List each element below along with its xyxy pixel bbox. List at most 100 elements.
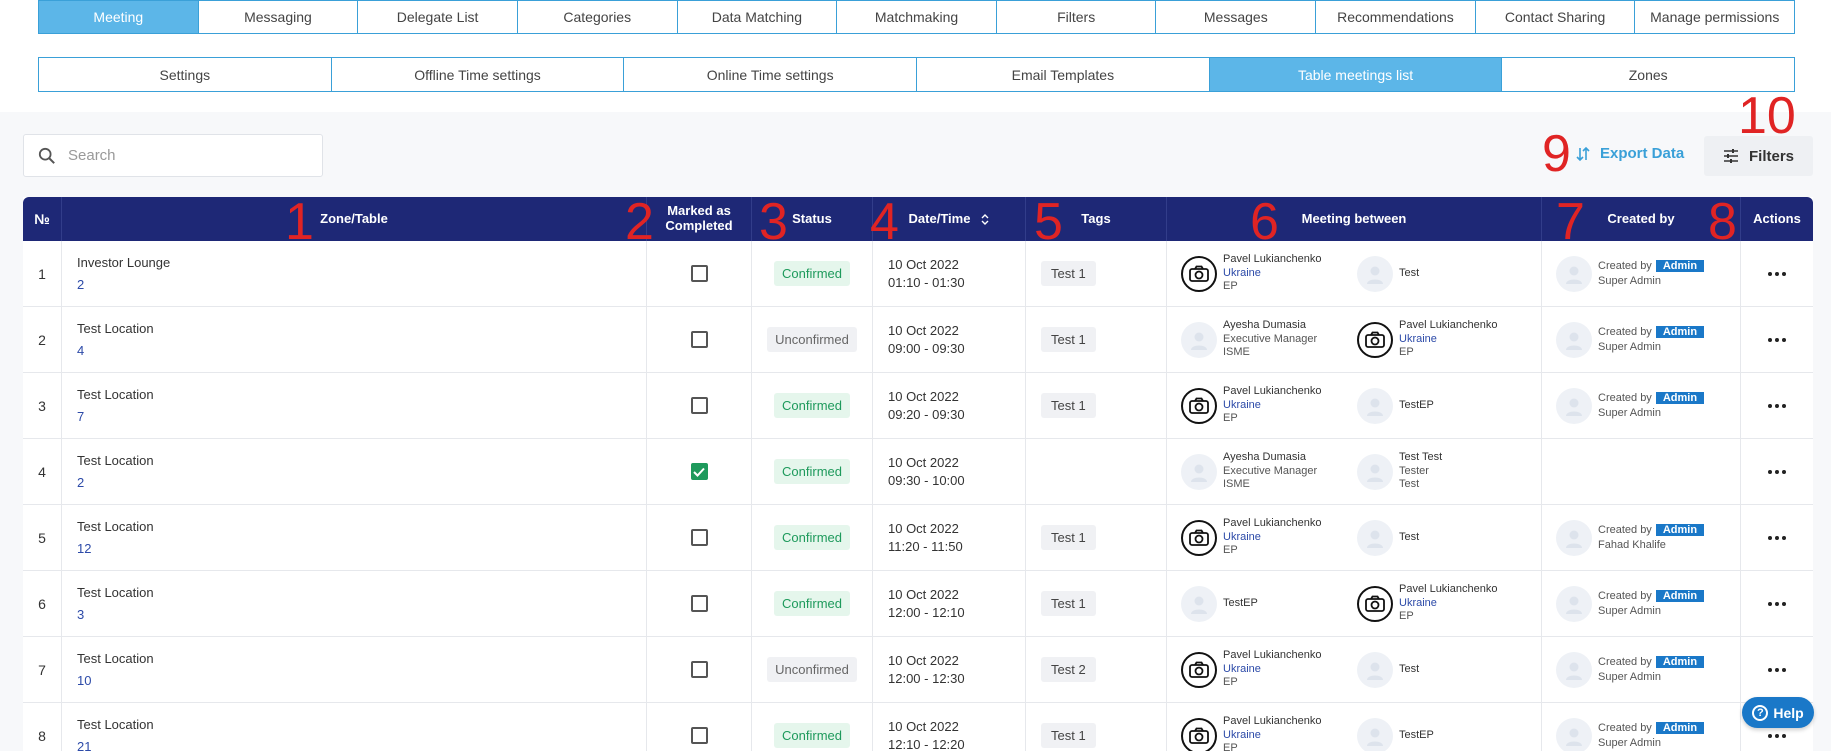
- tag-chip: Test 1: [1041, 723, 1096, 748]
- meeting-date: 10 Oct 2022: [888, 521, 959, 536]
- tab-data-matching[interactable]: Data Matching: [677, 1, 838, 33]
- meeting-participant[interactable]: Test: [1357, 255, 1533, 292]
- table-row: 6 Test Location 3 Confirmed 10 Oct 2022 12:00…: [23, 571, 1813, 637]
- admin-badge: Admin: [1655, 590, 1705, 603]
- meeting-participant[interactable]: Ayesha Dumasia Executive Manager ISME: [1181, 319, 1357, 360]
- meeting-participant[interactable]: Pavel Lukianchenko Ukraine EP: [1181, 385, 1357, 426]
- meeting-time: 12:10 - 12:20: [888, 737, 965, 751]
- meeting-participant[interactable]: Pavel Lukianchenko Ukraine EP: [1181, 253, 1357, 294]
- subtab-email-templates[interactable]: Email Templates: [917, 58, 1210, 91]
- creator: Created by Admin Fahad Khalife: [1556, 519, 1705, 556]
- completed-checkbox[interactable]: [690, 661, 708, 678]
- annotation-7: 7: [1556, 193, 1585, 251]
- more-horizontal-icon[interactable]: [1768, 535, 1786, 540]
- meeting-participant[interactable]: TestEP: [1357, 717, 1533, 751]
- search-input[interactable]: [68, 147, 298, 164]
- more-horizontal-icon[interactable]: [1768, 337, 1786, 342]
- meeting-participant[interactable]: TestEP: [1181, 585, 1357, 622]
- meeting-participant[interactable]: Pavel Lukianchenko Ukraine EP: [1181, 517, 1357, 558]
- more-horizontal-icon[interactable]: [1768, 667, 1786, 672]
- export-data-button[interactable]: Export Data: [1576, 145, 1684, 162]
- tags-cell: Test 1: [1026, 505, 1167, 570]
- tab-recommendations[interactable]: Recommendations: [1316, 1, 1476, 33]
- tab-messaging[interactable]: Messaging: [198, 1, 359, 33]
- meeting-participant[interactable]: Pavel Lukianchenko Ukraine EP: [1181, 715, 1357, 751]
- sort-icon[interactable]: [981, 213, 989, 226]
- meeting-participant[interactable]: Pavel Lukianchenko Ukraine EP: [1357, 319, 1533, 360]
- user-silhouette-icon: [1556, 651, 1592, 688]
- camera-icon: [1181, 651, 1217, 688]
- actions-cell: [1741, 439, 1813, 504]
- row-number: 7: [23, 637, 62, 702]
- more-horizontal-icon[interactable]: [1768, 403, 1786, 408]
- completed-checkbox[interactable]: [690, 529, 708, 546]
- user-silhouette-icon: [1357, 387, 1393, 424]
- subtab-table-meetings-list[interactable]: Table meetings list: [1209, 58, 1503, 91]
- tab-manage-permissions[interactable]: Manage permissions: [1635, 1, 1795, 33]
- tab-delegate-list[interactable]: Delegate List: [358, 1, 518, 33]
- zone-table-cell: Test Location 3: [62, 571, 647, 636]
- meeting-participant[interactable]: Test: [1357, 519, 1533, 556]
- meeting-participant[interactable]: Ayesha Dumasia Executive Manager ISME: [1181, 451, 1357, 492]
- completed-checkbox[interactable]: [690, 265, 708, 282]
- person-organization: EP: [1399, 610, 1414, 623]
- subtab-online-time-settings[interactable]: Online Time settings: [624, 58, 918, 91]
- main-tabs: Meeting Messaging Delegate List Categori…: [38, 0, 1795, 34]
- meeting-participant[interactable]: TestEP: [1357, 387, 1533, 424]
- admin-badge: Admin: [1655, 326, 1705, 339]
- actions-cell: [1741, 307, 1813, 372]
- annotation-9: 9: [1542, 125, 1571, 183]
- creator: Created by Admin Super Admin: [1556, 717, 1705, 751]
- tab-categories[interactable]: Categories: [517, 1, 678, 33]
- meeting-between-cell: Ayesha Dumasia Executive Manager ISME Pavel…: [1167, 307, 1542, 372]
- tab-messages[interactable]: Messages: [1156, 1, 1317, 33]
- person-subtitle: Ukraine: [1223, 398, 1261, 411]
- tab-meeting[interactable]: Meeting: [39, 1, 199, 33]
- person-organization: ISME: [1223, 346, 1250, 359]
- more-horizontal-icon[interactable]: [1768, 733, 1786, 738]
- zone-name: Test Location: [77, 717, 154, 732]
- person-name: Ayesha Dumasia: [1223, 318, 1306, 331]
- status-badge: Confirmed: [774, 459, 850, 484]
- completed-checkbox[interactable]: [690, 397, 708, 414]
- date-time-cell: 10 Oct 2022 12:00 - 12:30: [873, 637, 1026, 702]
- meeting-participant[interactable]: Test Test Tester Test: [1357, 451, 1533, 492]
- meeting-time: 12:00 - 12:30: [888, 671, 965, 686]
- subtab-settings[interactable]: Settings: [39, 58, 332, 91]
- meeting-participant[interactable]: Pavel Lukianchenko Ukraine EP: [1357, 583, 1533, 624]
- person-name: TestEP: [1399, 728, 1434, 741]
- tab-matchmaking[interactable]: Matchmaking: [837, 1, 997, 33]
- person-name: Pavel Lukianchenko: [1223, 252, 1322, 265]
- more-horizontal-icon[interactable]: [1768, 601, 1786, 606]
- completed-checkbox[interactable]: [690, 727, 708, 744]
- completed-checkbox[interactable]: [690, 595, 708, 612]
- completed-checkbox[interactable]: [690, 463, 708, 480]
- created-by-prefix: Created by: [1598, 392, 1652, 405]
- annotation-1: 1: [285, 193, 314, 251]
- more-horizontal-icon[interactable]: [1768, 469, 1786, 474]
- created-by-prefix: Created by: [1598, 590, 1652, 603]
- meeting-date: 10 Oct 2022: [888, 653, 959, 668]
- meeting-date: 10 Oct 2022: [888, 257, 959, 272]
- row-number: 2: [23, 307, 62, 372]
- tag-chip: Test 1: [1041, 327, 1096, 352]
- table-row: 8 Test Location 21 Confirmed 10 Oct 2022 12:1…: [23, 703, 1813, 751]
- camera-icon: [1181, 519, 1217, 556]
- meeting-between-cell: Pavel Lukianchenko Ukraine EP Test: [1167, 637, 1542, 702]
- completed-cell: [647, 703, 752, 751]
- tab-contact-sharing[interactable]: Contact Sharing: [1475, 1, 1636, 33]
- status-badge: Unconfirmed: [767, 327, 857, 352]
- subtab-offline-time-settings[interactable]: Offline Time settings: [331, 58, 625, 91]
- tags-cell: Test 1: [1026, 307, 1167, 372]
- completed-checkbox[interactable]: [690, 331, 708, 348]
- more-horizontal-icon[interactable]: [1768, 271, 1786, 276]
- help-button[interactable]: ? Help: [1742, 697, 1814, 728]
- status-badge: Confirmed: [774, 261, 850, 286]
- meeting-participant[interactable]: Test: [1357, 651, 1533, 688]
- user-silhouette-icon: [1357, 255, 1393, 292]
- status-badge: Confirmed: [774, 591, 850, 616]
- meeting-participant[interactable]: Pavel Lukianchenko Ukraine EP: [1181, 649, 1357, 690]
- creator: Created by Admin Super Admin: [1556, 255, 1705, 292]
- col-marked-completed: Marked as Completed: [647, 197, 752, 241]
- tab-filters[interactable]: Filters: [996, 1, 1157, 33]
